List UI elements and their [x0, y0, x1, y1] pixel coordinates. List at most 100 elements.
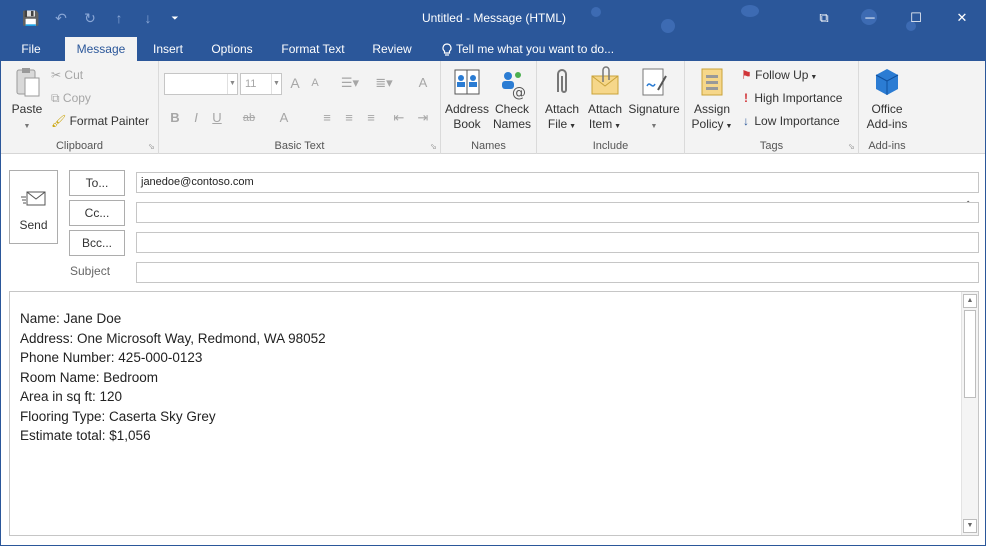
shrink-font-button[interactable]: A: [306, 73, 324, 93]
addins-group-label: Add-ins: [868, 140, 906, 152]
align-right-icon[interactable]: ≡: [361, 108, 381, 128]
chevron-down-icon: ▼: [23, 123, 31, 130]
signature-button[interactable]: Signature ▼: [626, 66, 682, 134]
office-addins-label-1: Office: [871, 102, 903, 116]
exclamation-icon: !: [744, 91, 748, 105]
tab-review[interactable]: Review: [363, 37, 421, 61]
bcc-button[interactable]: Bcc...: [69, 230, 125, 256]
dialog-launcher-icon[interactable]: ⬂: [148, 142, 155, 151]
dialog-launcher-icon[interactable]: ⬂: [430, 142, 437, 151]
attach-file-button[interactable]: Attach File ▼: [541, 66, 583, 134]
underline-button[interactable]: U: [209, 108, 225, 128]
flag-icon: ⚑: [741, 68, 752, 82]
send-button[interactable]: Send: [9, 170, 58, 244]
to-button[interactable]: To...: [69, 170, 125, 196]
assign-policy-label-2: Policy: [691, 117, 724, 131]
bcc-field[interactable]: [136, 232, 979, 253]
tab-insert[interactable]: Insert: [144, 37, 192, 61]
assign-policy-button[interactable]: Assign Policy ▼: [689, 66, 735, 134]
tab-format-text[interactable]: Format Text: [271, 37, 355, 61]
cut-button[interactable]: ✂ Cut: [51, 68, 83, 82]
chevron-down-icon[interactable]: ▼: [271, 74, 281, 94]
bold-button[interactable]: B: [167, 108, 183, 128]
close-button[interactable]: ✕: [939, 5, 985, 31]
body-line: Area in sq ft: 120: [20, 389, 123, 404]
clear-formatting-button[interactable]: A: [413, 73, 433, 93]
address-book-label-1: Address: [444, 102, 490, 116]
send-label: Send: [19, 218, 48, 232]
tab-file[interactable]: File: [11, 37, 51, 61]
chevron-down-icon[interactable]: ▼: [227, 74, 237, 94]
chevron-down-icon: ▼: [567, 123, 577, 130]
paste-icon: [16, 68, 40, 97]
decrease-indent-icon[interactable]: ⇤: [389, 108, 409, 128]
lightbulb-icon: [437, 37, 457, 61]
grow-font-button[interactable]: A: [286, 73, 304, 93]
clipboard-group-label: Clipboard: [55, 140, 104, 152]
tab-options[interactable]: Options: [201, 37, 263, 61]
font-color-button[interactable]: A: [277, 108, 291, 128]
font-size-combo[interactable]: 11 ▼: [240, 73, 282, 95]
tab-message[interactable]: Message: [65, 37, 137, 61]
assign-policy-icon: [701, 68, 723, 96]
group-basic-text: ▼ 11 ▼ A A ☰▾ ≣▾ A B I U ab A ≡ ≡ ≡ ⇤ ⇥ …: [159, 61, 441, 154]
font-size-value: 11: [245, 78, 257, 90]
format-painter-button[interactable]: 🖌 Format Painter: [51, 114, 149, 128]
tell-me-search[interactable]: Tell me what you want to do...: [456, 37, 626, 61]
body-line: Estimate total: $1,056: [20, 428, 151, 443]
scroll-up-icon[interactable]: ▲: [963, 294, 977, 308]
numbering-icon[interactable]: ≣▾: [369, 73, 399, 93]
align-center-icon[interactable]: ≡: [339, 108, 359, 128]
check-names-button[interactable]: @ Check Names: [491, 66, 533, 132]
message-body-text: Name: Jane Doe Address: One Microsoft Wa…: [20, 309, 326, 446]
scroll-down-icon[interactable]: ▼: [963, 519, 977, 533]
check-names-label-1: Check: [494, 102, 529, 116]
cut-label: Cut: [64, 68, 84, 82]
increase-indent-icon[interactable]: ⇥: [413, 108, 433, 128]
down-arrow-icon: ↓: [743, 114, 749, 128]
align-left-icon[interactable]: ≡: [317, 108, 337, 128]
scrollbar-thumb[interactable]: [964, 310, 976, 398]
include-group-label: Include: [592, 140, 629, 152]
address-book-label-2: Book: [453, 117, 481, 131]
group-tags: Assign Policy ▼ ⚑ Follow Up ▼ ! High Imp…: [685, 61, 859, 154]
copy-button[interactable]: ⧉ Copy: [51, 91, 91, 106]
title-bar: 💾 ↶ ↻ ↑ ↓ ⏷ Untitled - Message (HTML) ⧉ …: [1, 1, 985, 37]
cc-button[interactable]: Cc...: [69, 200, 125, 226]
follow-up-label: Follow Up: [755, 68, 809, 82]
highlight-button[interactable]: ab: [239, 108, 259, 128]
maximize-button[interactable]: ☐: [893, 5, 939, 31]
attach-item-label-2: Item: [588, 117, 613, 131]
office-addins-button[interactable]: Office Add-ins: [861, 66, 913, 132]
italic-button[interactable]: I: [188, 108, 204, 128]
subject-field[interactable]: [136, 262, 979, 283]
names-group-label: Names: [471, 140, 506, 152]
basic-text-group-label: Basic Text: [274, 140, 325, 152]
scissors-icon: ✂: [51, 68, 62, 82]
subject-label: Subject: [70, 264, 111, 278]
to-field[interactable]: janedoe@contoso.com: [136, 172, 979, 193]
dialog-launcher-icon[interactable]: ⬂: [848, 142, 855, 151]
ribbon-display-options-icon[interactable]: ⧉: [801, 5, 847, 31]
address-book-button[interactable]: Address Book: [444, 66, 490, 132]
bullets-icon[interactable]: ☰▾: [335, 73, 365, 93]
low-importance-button[interactable]: ↓ Low Importance: [741, 114, 840, 128]
check-names-label-2: Names: [492, 117, 531, 131]
paste-button[interactable]: Paste ▼: [7, 66, 47, 134]
group-clipboard: Paste ▼ ✂ Cut ⧉ Copy 🖌 Format Painter Cl…: [1, 61, 159, 154]
font-name-combo[interactable]: ▼: [164, 73, 238, 95]
cc-field[interactable]: [136, 202, 979, 223]
chevron-down-icon: ▼: [612, 123, 622, 130]
vertical-scrollbar[interactable]: ▲ ▼: [961, 292, 978, 535]
message-body[interactable]: Name: Jane Doe Address: One Microsoft Wa…: [9, 291, 979, 536]
high-importance-button[interactable]: ! High Importance: [741, 91, 842, 105]
follow-up-button[interactable]: ⚑ Follow Up ▼: [741, 68, 817, 82]
minimize-button[interactable]: ─: [847, 5, 893, 31]
attach-item-button[interactable]: Attach Item ▼: [583, 66, 627, 134]
copy-icon: ⧉: [51, 91, 60, 105]
chevron-down-icon: ▼: [723, 123, 733, 130]
paste-label: Paste: [11, 102, 43, 116]
envelope-icon: [21, 191, 46, 206]
paperclip-icon: [557, 69, 567, 93]
group-include: Attach File ▼ Attach Item ▼ Signature ▼ …: [537, 61, 685, 154]
